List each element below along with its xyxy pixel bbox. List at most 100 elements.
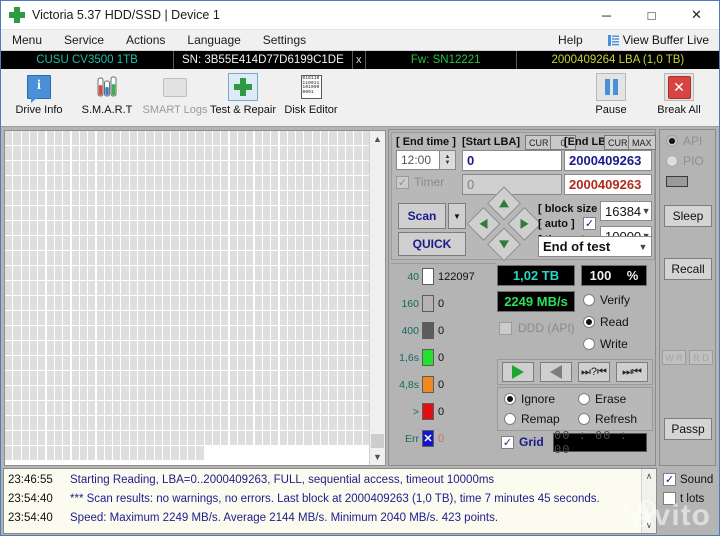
toolbar-test-repair[interactable]: Test & Repair (209, 69, 277, 128)
play-button[interactable] (502, 362, 534, 382)
refresh-radio[interactable] (578, 413, 590, 425)
menu-item-actions[interactable]: Actions (115, 30, 176, 50)
end-lba-secondary-input[interactable]: 2000409263 (564, 174, 652, 195)
map-block (346, 221, 353, 235)
end-time-spinner[interactable]: ▲▼ (440, 150, 456, 170)
map-block (130, 281, 137, 295)
log-panel[interactable]: 23:46:55Starting Reading, LBA=0..2000409… (3, 468, 657, 534)
write-radio[interactable] (583, 338, 595, 350)
minimize-button[interactable]: ─ (584, 1, 629, 29)
menu-item-menu[interactable]: Menu (1, 30, 53, 50)
toolbar-break-all[interactable]: Break All (645, 69, 713, 128)
menu-item-language[interactable]: Language (176, 30, 251, 50)
start-lba-secondary-input[interactable]: 0 (462, 174, 562, 195)
seek-end-button[interactable]: ⏭⏮ (616, 362, 648, 382)
surface-map[interactable]: ▲ ▼ (4, 130, 386, 466)
end-lba-input[interactable]: 2000409263 (564, 150, 652, 171)
toolbar-disk-editor[interactable]: 0101101100111010000001 Disk Editor (277, 69, 345, 128)
menu-item-service[interactable]: Service (53, 30, 115, 50)
ddd-checkbox[interactable] (499, 322, 512, 335)
read-radio[interactable] (583, 316, 595, 328)
menu-item-settings[interactable]: Settings (252, 30, 317, 50)
seek-unknown-button[interactable]: ⏭?⏮ (578, 362, 610, 382)
timer-checkbox[interactable]: ✓ (396, 176, 409, 189)
action-remap[interactable]: Remap (504, 412, 560, 426)
remap-radio[interactable] (504, 413, 516, 425)
wr-button[interactable]: W R (662, 350, 686, 365)
action-erase[interactable]: Erase (578, 392, 626, 406)
sound-toggle[interactable]: ✓ Sound (663, 473, 719, 486)
map-block (72, 386, 79, 400)
end-time-input[interactable]: 12:00 (396, 150, 440, 170)
pio-radio[interactable] (666, 155, 678, 167)
recall-button[interactable]: Recall (664, 258, 712, 280)
map-block (80, 146, 87, 160)
quick-button[interactable]: QUICK (398, 232, 466, 256)
map-block (313, 236, 320, 250)
map-block (246, 266, 253, 280)
map-block (163, 161, 170, 175)
close-button[interactable]: ✕ (674, 1, 719, 29)
rd-button[interactable]: R D (689, 350, 713, 365)
toolbar-pause[interactable]: Pause (577, 69, 645, 128)
map-block (97, 131, 104, 145)
action-ignore[interactable]: Ignore (504, 392, 555, 406)
map-block (296, 416, 303, 430)
map-block (146, 191, 153, 205)
map-scrollbar[interactable]: ▲ ▼ (369, 131, 385, 465)
toolbar-smart-logs[interactable]: SMART Logs (141, 69, 209, 128)
map-block (72, 191, 79, 205)
map-block (55, 161, 62, 175)
map-block (30, 326, 37, 340)
log-scroll-up-icon[interactable]: ∧ (646, 469, 653, 482)
nav-up-icon (499, 199, 509, 207)
surface-map-grid[interactable] (5, 131, 369, 465)
erase-radio[interactable] (578, 393, 590, 405)
ddd-api-row[interactable]: DDD (API) (499, 321, 575, 335)
second-checkbox[interactable] (663, 492, 676, 505)
map-block (13, 446, 20, 460)
map-block (246, 236, 253, 250)
grid-checkbox[interactable]: ✓ (501, 436, 514, 449)
grid-toggle[interactable]: ✓ Grid (501, 435, 544, 449)
scroll-thumb[interactable] (371, 434, 384, 448)
map-block (263, 356, 270, 370)
scan-button[interactable]: Scan (398, 203, 446, 229)
action-refresh[interactable]: Refresh (578, 412, 637, 426)
sound-checkbox[interactable]: ✓ (663, 473, 676, 486)
api-radio[interactable] (666, 135, 678, 147)
verify-radio[interactable] (583, 294, 595, 306)
maximize-button[interactable]: □ (629, 1, 674, 29)
end-of-test-combo[interactable]: End of test ▼ (538, 236, 652, 257)
start-lba-input[interactable]: 0 (462, 150, 562, 171)
toolbar-smart[interactable]: S.M.A.R.T (73, 69, 141, 128)
scroll-down-icon[interactable]: ▼ (370, 449, 385, 465)
log-scrollbar[interactable]: ∧ ∨ (641, 469, 656, 533)
mode-write[interactable]: Write (583, 337, 628, 351)
map-block (238, 281, 245, 295)
pio-option[interactable]: PIO (666, 154, 704, 168)
map-block (338, 431, 345, 445)
scroll-up-icon[interactable]: ▲ (370, 131, 385, 147)
second-toggle[interactable]: t lots (663, 492, 719, 505)
view-buffer-live-button[interactable]: View Buffer Live (608, 33, 715, 47)
navigation-diamond[interactable] (464, 186, 543, 265)
map-block (280, 236, 287, 250)
menu-item-help[interactable]: Help (547, 30, 594, 50)
mode-read[interactable]: Read (583, 315, 629, 329)
log-scroll-down-icon[interactable]: ∨ (646, 520, 653, 533)
scan-dropdown-button[interactable]: ▼ (448, 203, 466, 229)
mode-verify[interactable]: Verify (583, 293, 630, 307)
passport-button[interactable]: Passp (664, 418, 712, 440)
end-lba-max-button[interactable]: MAX (628, 135, 656, 150)
sleep-button[interactable]: Sleep (664, 205, 712, 227)
start-lba-cur-button[interactable]: CUR (525, 135, 553, 150)
api-option[interactable]: API (666, 134, 702, 148)
mode-indicator[interactable] (666, 176, 688, 187)
toolbar-drive-info[interactable]: Drive Info (5, 69, 73, 128)
device-close-icon[interactable]: x (353, 51, 365, 69)
play-reverse-button[interactable] (540, 362, 572, 382)
auto-checkbox[interactable]: ✓ (583, 217, 596, 230)
ignore-radio[interactable] (504, 393, 516, 405)
block-size-combo[interactable]: 16384 ▼ (600, 201, 652, 221)
